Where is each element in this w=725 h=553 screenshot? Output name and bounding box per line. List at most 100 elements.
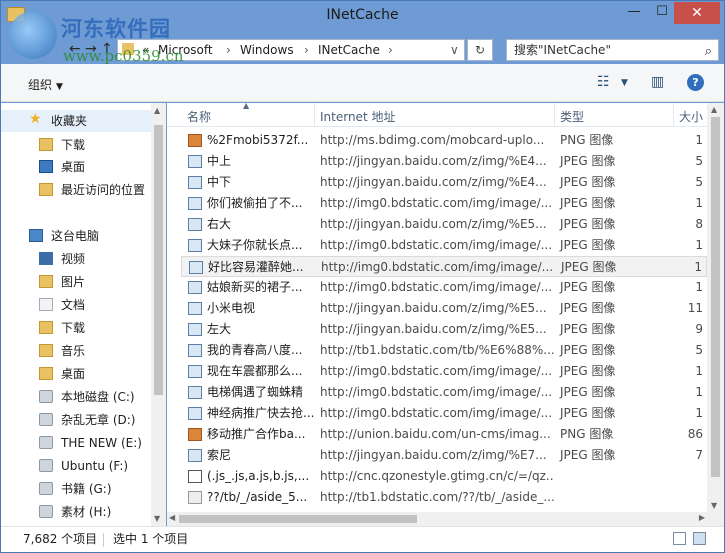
breadcrumb-microsoft[interactable]: Microsoft	[158, 40, 213, 60]
file-row[interactable]: 电梯偶遇了蜘蛛精 http://img0.bdstatic.com/img/ima…	[181, 382, 707, 403]
sidebar-item-label: 素材 (H:)	[61, 505, 112, 519]
file-url: http://img0.bdstatic.com/img/image/...	[320, 385, 553, 399]
column-divider[interactable]	[554, 103, 555, 127]
column-header-size[interactable]: 大小	[679, 108, 703, 125]
file-type: JPEG 图像	[560, 154, 616, 168]
details-view-icon[interactable]	[673, 532, 686, 545]
navigation-scrollbar[interactable]: ▲ ▼	[151, 103, 166, 526]
file-list-scrollbar[interactable]: ▲ ▼	[707, 103, 724, 512]
file-type: JPEG 图像	[560, 448, 616, 462]
file-row[interactable]: 中下 http://jingyan.baidu.com/z/img/%E4... J…	[181, 172, 707, 193]
large-icons-view-icon[interactable]	[693, 532, 706, 545]
organize-button[interactable]: 组织 ▼	[28, 76, 63, 93]
sidebar-item-drive-g[interactable]: 书籍 (G:)	[1, 478, 151, 500]
up-button[interactable]: ↑	[101, 41, 113, 57]
sidebar-item-this-pc[interactable]: 这台电脑	[1, 225, 151, 247]
file-row[interactable]: %2Fmobi5372f... http://ms.bdimg.com/mobca…	[181, 130, 707, 151]
scroll-up-icon[interactable]: ▲	[711, 105, 717, 114]
scrollbar-thumb[interactable]	[711, 117, 720, 477]
file-url: http://jingyan.baidu.com/z/img/%E7...	[320, 448, 547, 462]
sidebar-item-music[interactable]: 音乐	[1, 340, 151, 362]
forward-button[interactable]: →	[85, 41, 97, 57]
minimize-button[interactable]: —	[621, 2, 647, 24]
sidebar-item-recent[interactable]: 最近访问的位置	[1, 179, 151, 201]
sidebar-item-drive-d[interactable]: 杂乱无章 (D:)	[1, 409, 151, 431]
sidebar-item-drive-f[interactable]: Ubuntu (F:)	[1, 455, 151, 477]
scroll-left-icon[interactable]: ◀	[169, 513, 175, 522]
video-folder-icon	[39, 252, 53, 265]
maximize-button[interactable]: ☐	[649, 2, 675, 24]
scroll-up-icon[interactable]: ▲	[154, 106, 160, 115]
scrollbar-thumb[interactable]	[179, 515, 417, 523]
sidebar-item-label: 下载	[61, 321, 86, 335]
breadcrumb-separator[interactable]: ›	[304, 40, 309, 60]
scroll-down-icon[interactable]: ▼	[711, 501, 717, 510]
help-button[interactable]: ?	[687, 74, 704, 91]
sidebar-item-documents[interactable]: 文档	[1, 294, 151, 316]
file-row[interactable]: 右大 http://jingyan.baidu.com/z/img/%E5... J…	[181, 214, 707, 235]
breadcrumb-windows[interactable]: Windows	[240, 40, 294, 60]
address-overflow[interactable]: «	[142, 40, 149, 60]
file-row[interactable]: 移动推广合作ba... http://union.baidu.com/un-cms…	[181, 424, 707, 445]
sidebar-item-label: 本地磁盘 (C:)	[61, 390, 135, 404]
refresh-button[interactable]: ↻	[467, 39, 493, 61]
file-size: 1	[695, 133, 703, 147]
view-details-icon[interactable]: ☷	[597, 74, 610, 90]
breadcrumb-separator[interactable]: ›	[388, 40, 393, 60]
file-row[interactable]: 你们被偷拍了不... http://img0.bdstatic.com/img/i…	[181, 193, 707, 214]
back-button[interactable]: ←	[69, 41, 81, 57]
drive-icon	[39, 505, 53, 518]
jpeg-file-icon	[188, 407, 202, 420]
scroll-down-icon[interactable]: ▼	[154, 514, 160, 523]
file-row[interactable]: 小米电视 http://jingyan.baidu.com/z/img/%E5..…	[181, 298, 707, 319]
column-divider[interactable]	[673, 103, 674, 127]
scrollbar-thumb[interactable]	[154, 125, 163, 395]
item-count: 7,682 个项目	[23, 532, 98, 546]
file-row[interactable]: 神经病推广快去抢... http://img0.bdstatic.com/img/…	[181, 403, 707, 424]
sidebar-item-drive-c[interactable]: 本地磁盘 (C:)	[1, 386, 151, 408]
column-divider[interactable]	[314, 103, 315, 127]
column-header-type[interactable]: 类型	[560, 108, 584, 125]
file-row[interactable]: 姑娘新买的裙子... http://img0.bdstatic.com/img/i…	[181, 277, 707, 298]
png-file-icon	[188, 428, 202, 441]
file-row[interactable]: (.js_.js,a.js,b.js,... http://cnc.qzonest…	[181, 466, 707, 487]
file-row[interactable]: 索尼 http://jingyan.baidu.com/z/img/%E7... J…	[181, 445, 707, 466]
address-bar[interactable]: « Microsoft › Windows › INetCache › ∨	[117, 39, 465, 61]
chevron-down-icon[interactable]: ▼	[621, 78, 628, 88]
breadcrumb-separator[interactable]: ›	[226, 40, 231, 60]
sidebar-item-desktop-pc[interactable]: 桌面	[1, 363, 151, 385]
sidebar-item-videos[interactable]: 视频	[1, 248, 151, 270]
sidebar-item-pictures[interactable]: 图片	[1, 271, 151, 293]
drive-icon	[39, 413, 53, 426]
file-row[interactable]: ??/tb/_/aside_5... http://tb1.bdstatic.co…	[181, 487, 707, 508]
file-row[interactable]: 我的青春高八度... http://tb1.bdstatic.com/tb/%E6…	[181, 340, 707, 361]
address-dropdown[interactable]: ∨	[450, 40, 459, 60]
scroll-right-icon[interactable]: ▶	[699, 513, 705, 522]
jpeg-file-icon	[188, 218, 202, 231]
sidebar-item-drive-e[interactable]: THE NEW (E:)	[1, 432, 151, 454]
organize-label: 组织	[28, 78, 53, 92]
file-row[interactable]: 大妹子你就长点... http://img0.bdstatic.com/img/i…	[181, 235, 707, 256]
column-header-name[interactable]: 名称	[187, 108, 211, 125]
search-icon[interactable]: ⌕	[705, 42, 712, 62]
preview-pane-icon[interactable]: ▥	[651, 74, 664, 90]
file-name: 索尼	[207, 448, 232, 462]
horizontal-scrollbar[interactable]: ◀ ▶	[167, 512, 707, 526]
close-button[interactable]: ✕	[674, 2, 720, 24]
sidebar-item-desktop[interactable]: 桌面	[1, 156, 151, 178]
sidebar-item-favorites[interactable]: ★ 收藏夹	[1, 110, 151, 132]
file-row[interactable]: 左大 http://jingyan.baidu.com/z/img/%E5... J…	[181, 319, 707, 340]
column-header-url[interactable]: Internet 地址	[320, 108, 395, 125]
file-row[interactable]: 现在车震都那么... http://img0.bdstatic.com/img/i…	[181, 361, 707, 382]
sidebar-item-downloads-pc[interactable]: 下载	[1, 317, 151, 339]
sidebar-item-drive-h[interactable]: 素材 (H:)	[1, 501, 151, 523]
documents-folder-icon	[39, 298, 53, 311]
file-url: http://img0.bdstatic.com/img/image/...	[320, 280, 553, 294]
sidebar-item-downloads[interactable]: 下载	[1, 134, 151, 156]
file-type: JPEG 图像	[560, 301, 616, 315]
search-input[interactable]: 搜索"INetCache" ⌕	[506, 39, 719, 61]
scrollbar-corner	[707, 512, 724, 526]
file-row[interactable]: 中上 http://jingyan.baidu.com/z/img/%E4... J…	[181, 151, 707, 172]
file-row[interactable]: 好比容易灌醉她... http://img0.bdstatic.com/img/i…	[181, 256, 707, 277]
breadcrumb-inetcache[interactable]: INetCache	[318, 40, 380, 60]
